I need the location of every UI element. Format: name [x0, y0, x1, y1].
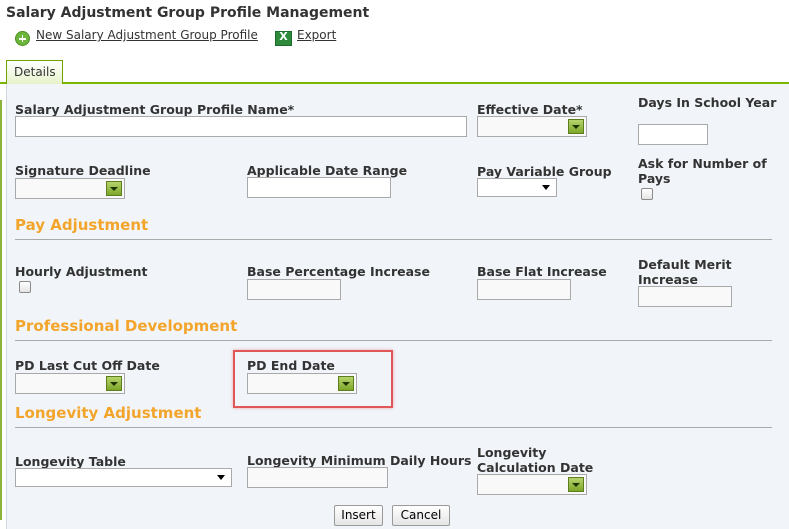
cancel-button[interactable]: Cancel	[392, 505, 450, 526]
longevity-calculation-date-label: Longevity Calculation Date	[477, 445, 594, 475]
add-icon[interactable]	[15, 31, 30, 46]
effective-date-label: Effective Date*	[477, 102, 583, 117]
longevity-table-label: Longevity Table	[15, 454, 126, 469]
calendar-dropdown-icon[interactable]	[568, 119, 584, 134]
pd-last-cut-off-date-field[interactable]	[15, 373, 125, 394]
section-longevity-adjustment: Longevity Adjustment	[15, 404, 202, 422]
calendar-dropdown-icon[interactable]	[568, 477, 584, 492]
days-in-school-year-input[interactable]	[638, 124, 708, 145]
longevity-minimum-daily-hours-label: Longevity Minimum Daily Hours	[247, 453, 472, 468]
chevron-down-icon	[217, 475, 225, 480]
section-divider	[15, 427, 772, 428]
calendar-dropdown-icon[interactable]	[106, 376, 122, 391]
signature-deadline-label: Signature Deadline	[15, 163, 151, 178]
highlight-box	[233, 350, 393, 408]
calendar-dropdown-icon[interactable]	[106, 181, 122, 196]
tab-details[interactable]: Details	[6, 60, 63, 84]
section-professional-development: Professional Development	[15, 317, 238, 335]
base-percentage-increase-input[interactable]	[247, 279, 341, 300]
longevity-calculation-date-field[interactable]	[477, 474, 587, 495]
base-flat-increase-input[interactable]	[477, 279, 571, 300]
default-merit-increase-label: Default Merit Increase	[638, 257, 732, 287]
page-title: Salary Adjustment Group Profile Manageme…	[6, 5, 370, 21]
export-link[interactable]: Export	[297, 28, 336, 42]
effective-date-field[interactable]	[477, 116, 587, 137]
left-accent-bar	[0, 100, 2, 520]
longevity-minimum-daily-hours-input[interactable]	[247, 467, 388, 488]
applicable-date-range-input[interactable]	[247, 177, 391, 198]
signature-deadline-field[interactable]	[15, 178, 125, 199]
section-divider	[15, 239, 772, 240]
insert-button[interactable]: Insert	[334, 505, 383, 526]
profile-name-input[interactable]	[15, 116, 467, 137]
hourly-adjustment-label: Hourly Adjustment	[15, 264, 148, 279]
applicable-date-range-label: Applicable Date Range	[247, 163, 408, 178]
profile-name-label: Salary Adjustment Group Profile Name*	[15, 102, 295, 117]
pd-last-cut-off-date-label: PD Last Cut Off Date	[15, 358, 160, 373]
section-divider	[15, 340, 772, 341]
chevron-down-icon	[542, 185, 550, 190]
hourly-adjustment-checkbox[interactable]	[19, 281, 31, 293]
ask-number-of-pays-checkbox[interactable]	[641, 188, 653, 200]
section-pay-adjustment: Pay Adjustment	[15, 216, 149, 234]
ask-number-of-pays-label: Ask for Number of Pays	[638, 156, 767, 186]
days-in-school-year-label: Days In School Year	[638, 95, 777, 110]
tab-strip-border	[0, 82, 789, 84]
base-flat-increase-label: Base Flat Increase	[477, 264, 607, 279]
new-profile-link[interactable]: New Salary Adjustment Group Profile	[36, 28, 258, 42]
longevity-table-select[interactable]	[15, 468, 232, 487]
pay-variable-group-select[interactable]	[477, 178, 557, 197]
base-percentage-increase-label: Base Percentage Increase	[247, 264, 430, 279]
default-merit-increase-input[interactable]	[638, 286, 732, 307]
pay-variable-group-label: Pay Variable Group	[477, 164, 612, 179]
excel-icon[interactable]: X	[275, 30, 292, 46]
